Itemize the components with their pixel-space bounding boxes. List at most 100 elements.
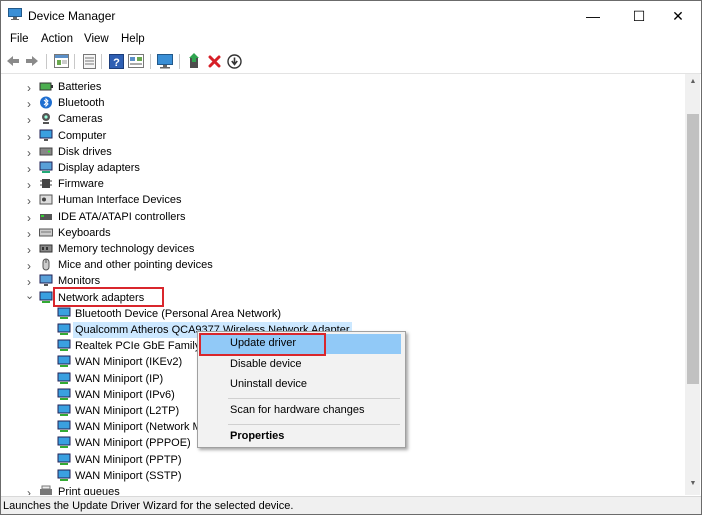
chevron-right-icon[interactable]: › <box>25 178 33 192</box>
disable-device-label: Disable device <box>230 358 302 370</box>
tree-category-print-queues[interactable]: › Print queues <box>1 484 685 495</box>
display-icon <box>39 161 53 174</box>
menu-file[interactable]: File <box>10 33 29 45</box>
forward-arrow-icon[interactable] <box>24 53 40 69</box>
back-arrow-icon[interactable] <box>5 53 21 69</box>
chevron-right-icon[interactable]: › <box>25 130 33 144</box>
chevron-right-icon[interactable]: › <box>25 275 33 289</box>
tree-device-item[interactable]: WAN Miniport (PPTP) <box>1 452 685 468</box>
update-driver-menu-item[interactable]: Update driver <box>200 334 401 354</box>
tree-category-bluetooth[interactable]: › Bluetooth <box>1 95 685 111</box>
help-icon[interactable]: ? <box>108 53 124 69</box>
window-title: Device Manager <box>28 9 116 23</box>
chevron-right-icon[interactable]: › <box>25 113 33 127</box>
toolbar-separator <box>179 54 180 69</box>
network-adapter-icon <box>57 323 71 336</box>
tree-category-label: Firmware <box>58 178 104 191</box>
network-adapter-icon <box>57 355 71 368</box>
network-adapter-icon <box>57 436 71 449</box>
tree-category-computer[interactable]: › Computer <box>1 128 685 144</box>
tree-device-label: WAN Miniport (L2TP) <box>75 405 180 417</box>
scroll-up-icon[interactable]: ▲ <box>688 78 698 85</box>
chevron-right-icon[interactable]: › <box>25 146 33 160</box>
tree-category-network-adapters[interactable]: ⌄ Network adapters <box>1 290 685 306</box>
chevron-right-icon[interactable]: › <box>25 486 33 495</box>
chevron-right-icon[interactable]: › <box>25 259 33 273</box>
chevron-right-icon[interactable]: › <box>25 97 33 111</box>
menu-view[interactable]: View <box>84 33 109 45</box>
tree-category-firmware[interactable]: › Firmware <box>1 176 685 192</box>
menu-help[interactable]: Help <box>121 33 145 45</box>
disk-icon <box>39 145 53 158</box>
tree-category-label: Display adapters <box>58 162 140 174</box>
chevron-right-icon[interactable]: › <box>25 211 33 225</box>
tree-device-label: WAN Miniport (SSTP) <box>75 469 182 482</box>
chevron-right-icon[interactable]: › <box>25 227 33 241</box>
scan-hardware-menu-item[interactable]: Scan for hardware changes <box>200 401 401 421</box>
scroll-down-icon[interactable]: ▼ <box>688 480 698 487</box>
tree-category-ide-ata-atapi-controllers[interactable]: › IDE ATA/ATAPI controllers <box>1 209 685 225</box>
computer-icon <box>39 129 53 142</box>
memory-icon <box>39 242 53 255</box>
tree-category-keyboards[interactable]: › Keyboards <box>1 225 685 241</box>
tree-category-display-adapters[interactable]: › Display adapters <box>1 160 685 176</box>
chevron-down-icon[interactable]: ⌄ <box>25 289 34 302</box>
context-menu: Update driver Disable device Uninstall d… <box>197 331 406 448</box>
menu-bar: File Action View Help <box>1 31 701 50</box>
disable-device-menu-item[interactable]: Disable device <box>200 355 401 375</box>
svg-text:?: ? <box>113 57 120 69</box>
tree-device-item[interactable]: WAN Miniport (SSTP) <box>1 468 685 484</box>
network-icon <box>39 291 53 304</box>
view-resources-icon[interactable] <box>128 53 144 69</box>
menu-action[interactable]: Action <box>41 33 73 45</box>
network-adapter-icon <box>57 453 71 466</box>
close-button[interactable]: ✕ <box>655 1 701 31</box>
network-adapter-icon <box>57 469 71 482</box>
chevron-right-icon[interactable]: › <box>25 81 33 95</box>
tree-category-label: Bluetooth <box>58 97 105 110</box>
tree-device-label: WAN Miniport (IPv6) <box>75 388 175 401</box>
scrollbar-thumb[interactable] <box>687 114 699 384</box>
uninstall-icon[interactable] <box>206 53 222 69</box>
chevron-right-icon[interactable]: › <box>25 243 33 257</box>
tree-category-label: Mice and other pointing devices <box>58 259 213 272</box>
toolbar-separator <box>74 54 75 69</box>
tree-category-label: Memory technology devices <box>58 243 195 255</box>
ide-icon <box>39 210 53 223</box>
list-view-icon[interactable] <box>81 53 97 69</box>
printer-icon <box>39 485 53 495</box>
chevron-right-icon[interactable]: › <box>25 162 33 176</box>
properties-icon[interactable] <box>53 53 69 69</box>
status-text: Launches the Update Driver Wizard for th… <box>3 500 294 512</box>
tree-category-label: Network adapters <box>58 291 145 304</box>
tree-category-batteries[interactable]: › Batteries <box>1 79 685 95</box>
keyboard-icon <box>39 226 53 239</box>
toolbar-separator <box>46 54 47 69</box>
tree-category-human-interface-devices[interactable]: › Human Interface Devices <box>1 192 685 208</box>
device-manager-window: Device Manager — ☐ ✕ File Action View He… <box>0 0 702 515</box>
update-driver-icon[interactable] <box>187 53 203 69</box>
vertical-scrollbar[interactable]: ▲ ▼ <box>685 74 700 495</box>
download-icon[interactable] <box>226 53 242 69</box>
tree-category-disk-drives[interactable]: › Disk drives <box>1 144 685 160</box>
tree-category-label: Print queues <box>58 486 120 495</box>
uninstall-device-menu-item[interactable]: Uninstall device <box>200 375 401 395</box>
tree-device-label: WAN Miniport (IP) <box>75 372 164 385</box>
update-driver-label: Update driver <box>230 337 297 349</box>
tree-category-label: Cameras <box>58 113 103 126</box>
minimize-button[interactable]: — <box>570 1 616 31</box>
menu-separator <box>228 398 400 399</box>
chevron-right-icon[interactable]: › <box>25 194 33 208</box>
battery-icon <box>39 80 53 93</box>
tree-category-memory-technology-devices[interactable]: › Memory technology devices <box>1 241 685 257</box>
close-icon: ✕ <box>672 7 684 24</box>
scan-icon[interactable] <box>157 53 173 69</box>
tree-device-item[interactable]: Bluetooth Device (Personal Area Network) <box>1 306 685 322</box>
status-bar: Launches the Update Driver Wizard for th… <box>1 496 701 514</box>
tree-category-mice-and-other-pointing-devices[interactable]: › Mice and other pointing devices <box>1 257 685 273</box>
properties-menu-item[interactable]: Properties <box>200 427 401 447</box>
tree-category-monitors[interactable]: › Monitors <box>1 273 685 289</box>
tree-device-label: WAN Miniport (IKEv2) <box>75 356 183 369</box>
tree-category-cameras[interactable]: › Cameras <box>1 111 685 127</box>
network-adapter-icon <box>57 420 71 433</box>
